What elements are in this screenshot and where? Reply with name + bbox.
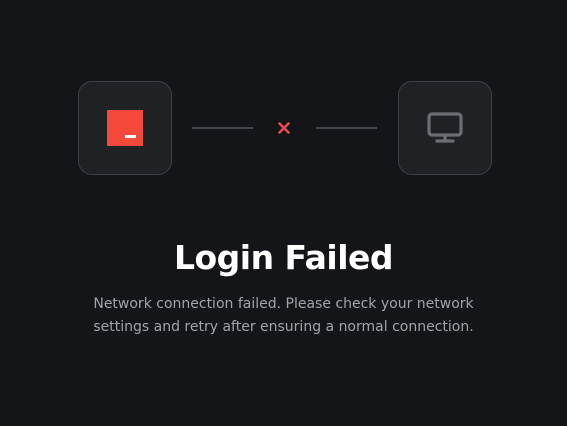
close-icon [278, 122, 290, 134]
page-title: Login Failed [173, 238, 394, 277]
terminal-app-icon [107, 110, 143, 146]
device-tile [398, 81, 492, 175]
connection-line-right [316, 127, 377, 129]
monitor-icon [427, 112, 463, 143]
app-tile [78, 81, 172, 175]
error-message: Network connection failed. Please check … [93, 296, 474, 335]
cursor-bar [125, 135, 136, 138]
connection-line-left [192, 127, 253, 129]
